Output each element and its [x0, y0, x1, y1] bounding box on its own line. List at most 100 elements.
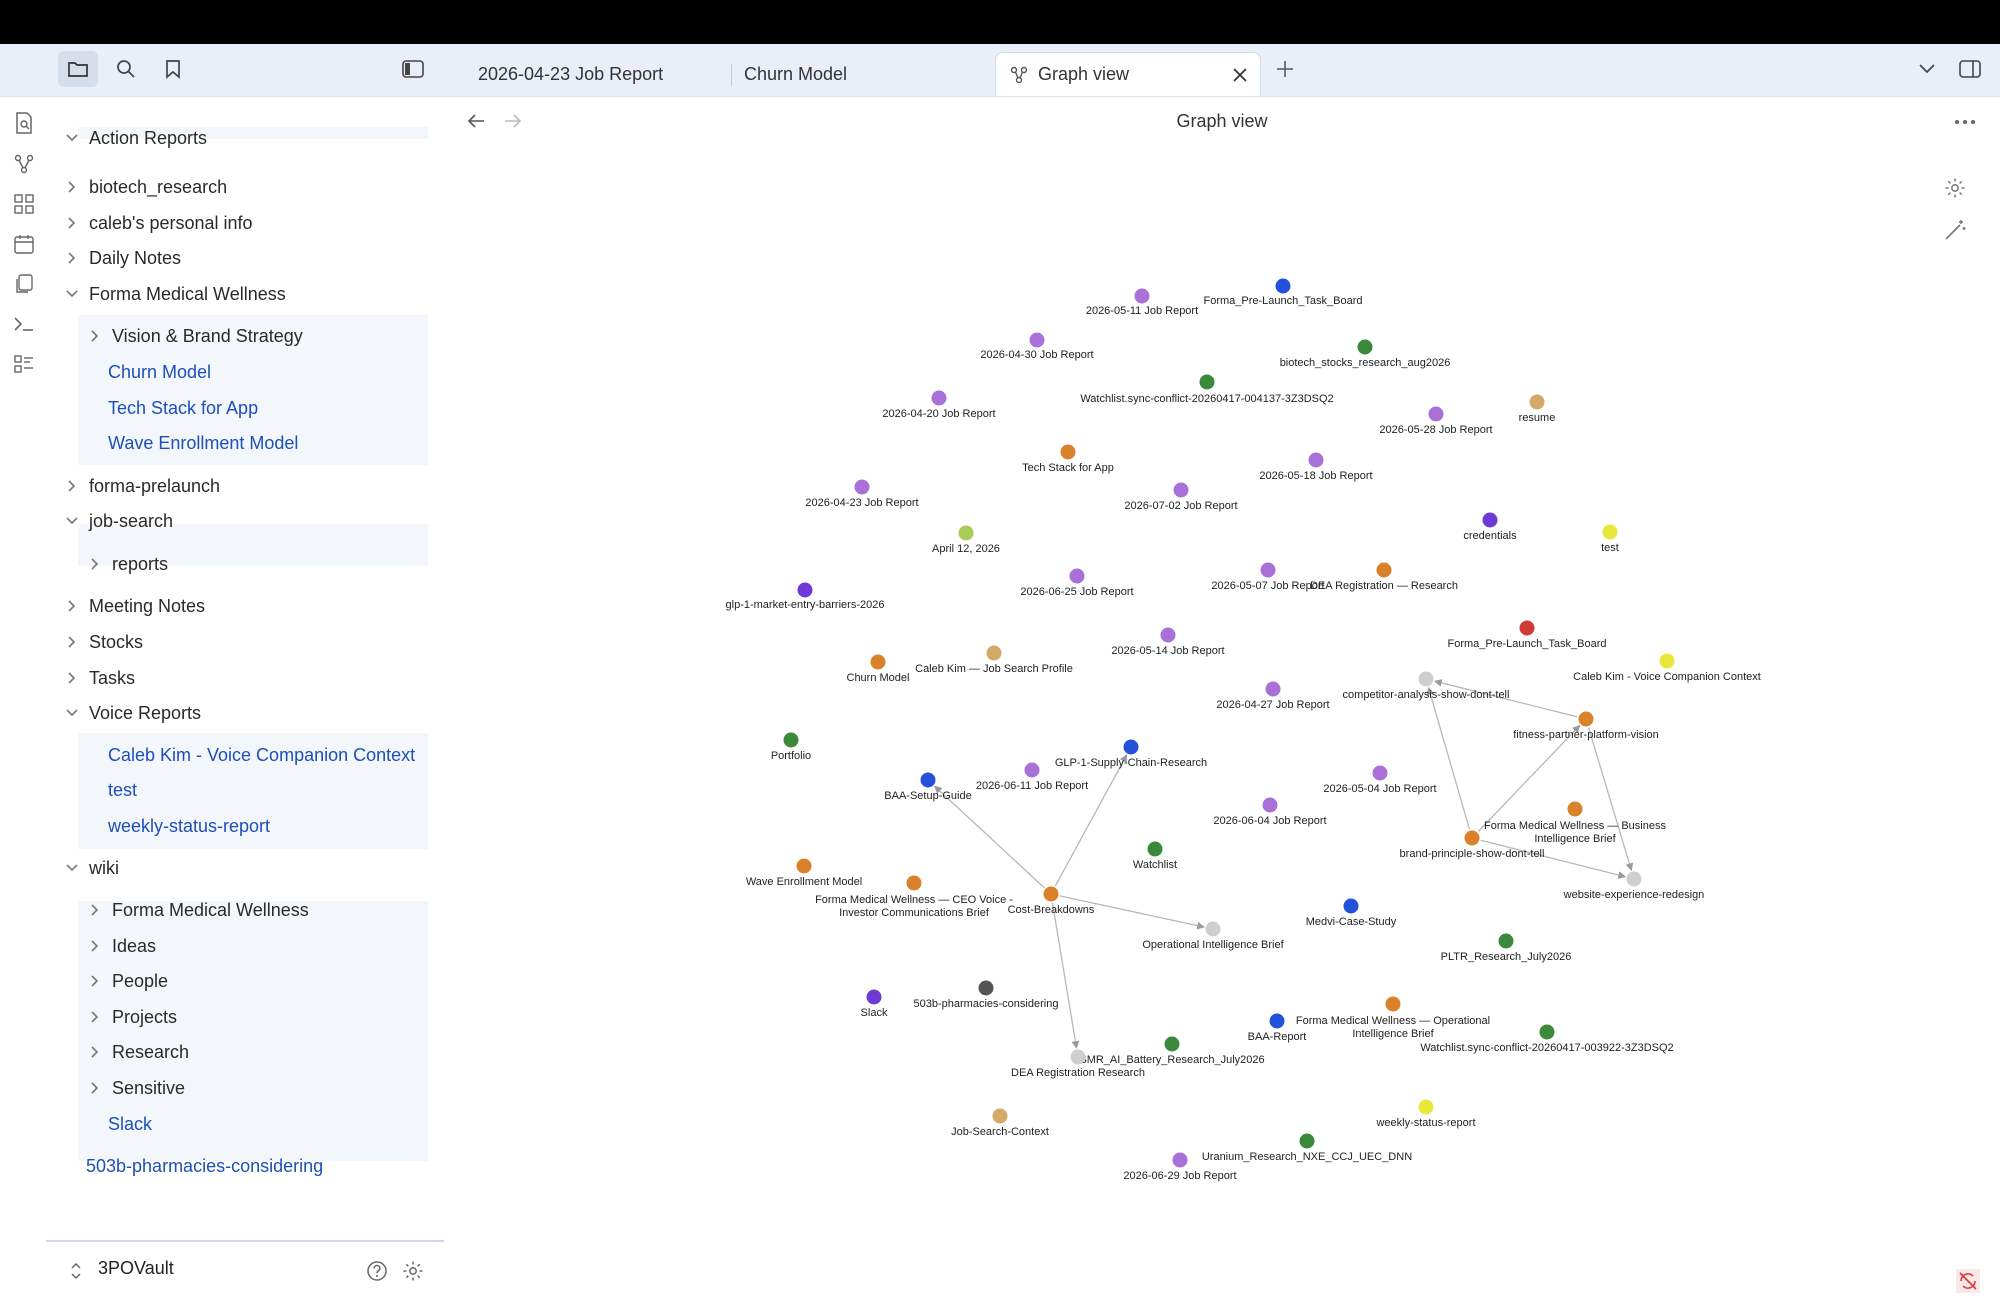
graph-node-dot[interactable]	[1205, 921, 1221, 937]
graph-node-dot[interactable]	[1299, 1133, 1315, 1149]
chevron-right-icon[interactable]	[63, 477, 81, 495]
graph-node-dot[interactable]	[1275, 278, 1291, 294]
file-item[interactable]: Churn Model	[108, 357, 211, 387]
graph-node[interactable]: credentials	[1463, 512, 1517, 543]
graph-node[interactable]: PLTR_Research_July2026	[1441, 933, 1572, 964]
graph-node[interactable]: Wave Enrollment Model	[746, 858, 862, 889]
graph-node[interactable]: resume	[1519, 394, 1556, 425]
chevron-right-icon[interactable]	[86, 1008, 104, 1026]
graph-node-dot[interactable]	[1147, 841, 1163, 857]
graph-node[interactable]: 2026-04-30 Job Report	[980, 332, 1094, 362]
graph-node-dot[interactable]	[1262, 797, 1278, 813]
graph-node[interactable]: glp-1-market-entry-barriers-2026	[726, 582, 885, 612]
graph-node[interactable]: SMR_AI_Battery_Research_July2026	[1079, 1036, 1265, 1067]
graph-node[interactable]: Churn Model	[847, 654, 910, 685]
graph-node[interactable]: Operational Intelligence Brief	[1142, 921, 1285, 952]
folder-item[interactable]: Sensitive	[86, 1073, 185, 1103]
folder-item[interactable]: Tasks	[63, 663, 135, 693]
chevron-right-icon[interactable]	[86, 901, 104, 919]
graph-node[interactable]: Caleb Kim — Job Search Profile	[915, 645, 1073, 676]
chevron-right-icon[interactable]	[63, 249, 81, 267]
graph-node[interactable]: Tech Stack for App	[1022, 444, 1114, 475]
folder-item[interactable]: wiki	[63, 853, 119, 883]
help-icon[interactable]	[366, 1260, 388, 1282]
graph-node-dot[interactable]	[1070, 1049, 1086, 1065]
templates-icon[interactable]	[12, 272, 36, 296]
graph-node-dot[interactable]	[1659, 653, 1675, 669]
terminal-icon[interactable]	[12, 312, 36, 336]
graph-node[interactable]: Forma Medical Wellness — Business Intelli…	[1484, 801, 1666, 846]
settings-gear-icon[interactable]	[402, 1260, 424, 1282]
chevron-down-icon[interactable]	[63, 285, 81, 303]
folder-item[interactable]: Research	[86, 1037, 189, 1067]
graph-node[interactable]: Caleb Kim - Voice Companion Context	[1573, 653, 1761, 684]
bookmarks-button[interactable]	[153, 51, 193, 87]
graph-node-dot[interactable]	[1428, 406, 1444, 422]
graph-node[interactable]: Forma Medical Wellness — Operational Inte…	[1296, 996, 1490, 1041]
file-item[interactable]: weekly-status-report	[108, 811, 270, 841]
graph-node-dot[interactable]	[958, 525, 974, 541]
folder-item[interactable]: Meeting Notes	[63, 591, 205, 621]
graph-node[interactable]: 2026-05-11 Job Report	[1086, 288, 1198, 318]
folder-item[interactable]: Voice Reports	[63, 698, 201, 728]
graph-node-dot[interactable]	[1260, 562, 1276, 578]
graph-node-dot[interactable]	[978, 980, 994, 996]
graph-node[interactable]: biotech_stocks_research_aug2026	[1280, 339, 1451, 370]
folder-item[interactable]: People	[86, 966, 168, 996]
chevron-down-icon[interactable]	[63, 859, 81, 877]
folder-item[interactable]: Vision & Brand Strategy	[86, 321, 303, 351]
graph-node-dot[interactable]	[1269, 1013, 1285, 1029]
outline-icon[interactable]	[12, 352, 36, 376]
graph-node-dot[interactable]	[1372, 765, 1388, 781]
graph-node-dot[interactable]	[1357, 339, 1373, 355]
graph-node[interactable]: Forma_Pre-Launch_Task_Board	[1448, 620, 1607, 651]
folder-item[interactable]: biotech_research	[63, 172, 227, 202]
graph-node-dot[interactable]	[854, 479, 870, 495]
tab-list-button[interactable]	[1907, 51, 1947, 87]
graph-node-dot[interactable]	[1498, 933, 1514, 949]
graph-node-dot[interactable]	[1482, 512, 1498, 528]
chevron-right-icon[interactable]	[86, 327, 104, 345]
graph-node[interactable]: Watchlist.sync-conflict-20260417-004137-…	[1080, 374, 1334, 406]
file-item[interactable]: Tech Stack for App	[108, 393, 258, 423]
graph-canvas[interactable]: 2026-05-11 Job Report Forma_Pre-Launch_Ta…	[444, 97, 2000, 1299]
folder-item[interactable]: Projects	[86, 1002, 177, 1032]
graph-node-dot[interactable]	[1069, 568, 1085, 584]
graph-node[interactable]: Medvi-Case-Study	[1306, 898, 1397, 929]
close-tab-icon[interactable]	[1232, 67, 1248, 83]
chevron-down-icon[interactable]	[63, 512, 81, 530]
toggle-sidebar-button[interactable]	[393, 51, 433, 87]
graph-node-dot[interactable]	[1173, 482, 1189, 498]
chevron-right-icon[interactable]	[63, 178, 81, 196]
folder-item[interactable]: reports	[86, 549, 168, 579]
graph-node-dot[interactable]	[866, 989, 882, 1005]
graph-node[interactable]: 2026-06-25 Job Report	[1020, 568, 1134, 599]
graph-node[interactable]: Watchlist.sync-conflict-20260417-003922-…	[1420, 1024, 1674, 1055]
graph-node-dot[interactable]	[1385, 996, 1401, 1012]
graph-node-dot[interactable]	[1418, 671, 1434, 687]
chevron-right-icon[interactable]	[86, 555, 104, 573]
graph-node[interactable]: test	[1601, 524, 1619, 555]
graph-node[interactable]: 2026-04-20 Job Report	[882, 390, 996, 421]
graph-node-dot[interactable]	[1024, 762, 1040, 778]
chevron-right-icon[interactable]	[86, 972, 104, 990]
graph-node-dot[interactable]	[906, 875, 922, 891]
graph-node-dot[interactable]	[1464, 830, 1480, 846]
graph-node-dot[interactable]	[920, 772, 936, 788]
graph-node-dot[interactable]	[986, 645, 1002, 661]
graph-node[interactable]: Portfolio	[771, 732, 811, 763]
graph-node-dot[interactable]	[1199, 374, 1215, 390]
chevron-down-icon[interactable]	[63, 129, 81, 147]
graph-node-dot[interactable]	[1172, 1152, 1188, 1168]
graph-node-dot[interactable]	[992, 1108, 1008, 1124]
sync-error-icon[interactable]	[1956, 1269, 1980, 1293]
chevron-down-icon[interactable]	[63, 704, 81, 722]
file-item[interactable]: Slack	[108, 1109, 152, 1139]
graph-node-dot[interactable]	[1134, 288, 1150, 304]
graph-node[interactable]: Watchlist	[1133, 841, 1177, 872]
quick-switcher-icon[interactable]	[12, 111, 36, 135]
file-item[interactable]: Wave Enrollment Model	[108, 428, 298, 458]
graph-node[interactable]: DEA Registration — Research	[1310, 562, 1458, 593]
graph-node[interactable]: brand-principle-show-dont-tell	[1400, 830, 1545, 861]
chevron-right-icon[interactable]	[63, 633, 81, 651]
